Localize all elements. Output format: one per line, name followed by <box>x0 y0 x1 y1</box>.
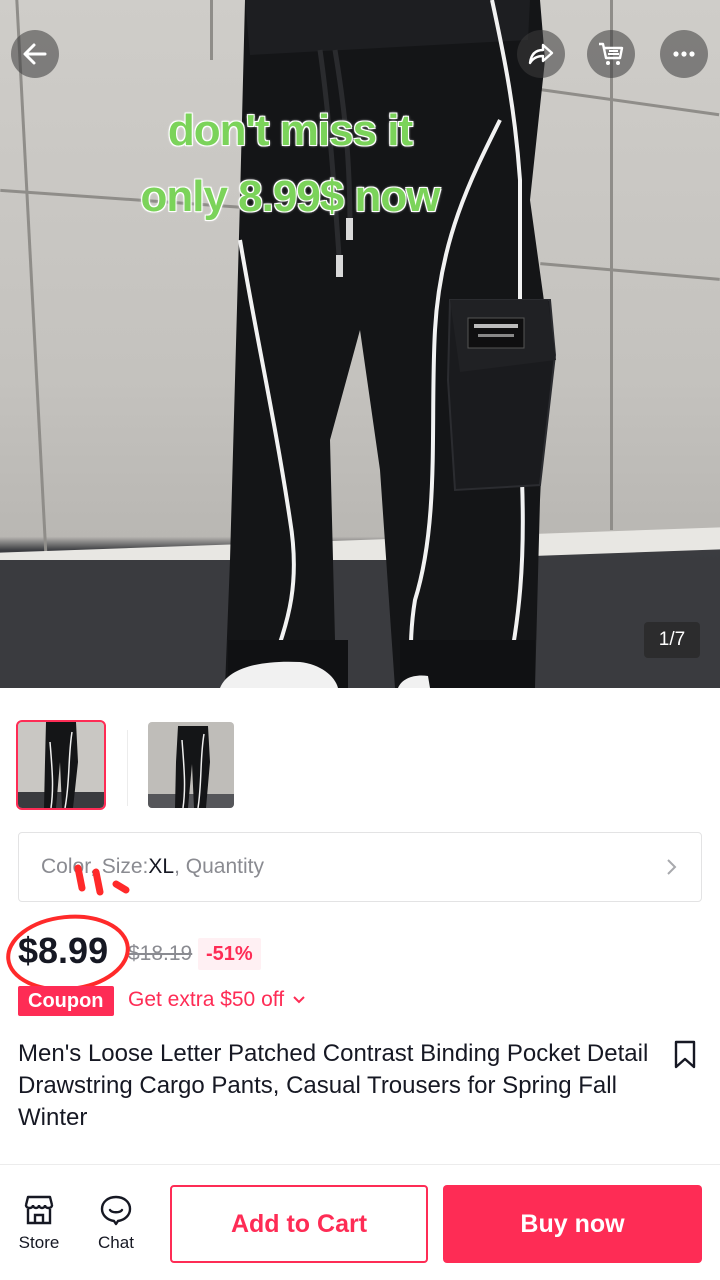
bookmark-icon[interactable] <box>672 1040 698 1070</box>
buy-now-button[interactable]: Buy now <box>443 1185 702 1263</box>
coupon-offer-text: Get extra $50 off <box>128 988 285 1011</box>
thumbnail-2[interactable] <box>148 722 234 808</box>
discount-badge: -51% <box>198 938 261 970</box>
chevron-right-icon <box>667 859 677 875</box>
store-icon <box>24 1195 54 1225</box>
pants-illustration <box>220 0 557 688</box>
coupon-offer-link[interactable]: Get extra $50 off <box>128 988 306 1012</box>
thumbnail-image <box>148 722 234 808</box>
more-button[interactable] <box>660 30 708 78</box>
thumbnail-strip <box>16 720 234 810</box>
chat-button[interactable]: Chat <box>86 1193 146 1253</box>
chevron-down-icon <box>293 996 305 1004</box>
store-button[interactable]: Store <box>9 1193 69 1253</box>
add-to-cart-button[interactable]: Add to Cart <box>170 1185 428 1263</box>
more-icon <box>673 51 695 57</box>
hand-drawn-circle-annotation <box>6 864 130 992</box>
image-counter: 1/7 <box>644 622 700 658</box>
share-icon <box>528 43 554 65</box>
cart-button[interactable] <box>587 30 635 78</box>
promo-overlay-line2: only 8.99$ now <box>140 172 441 221</box>
product-image[interactable]: don't miss it only 8.99$ now 1/7 <box>0 0 720 688</box>
promo-overlay-line1: don't miss it <box>167 106 413 155</box>
bottom-action-bar: Store Chat Add to Cart Buy now <box>0 1164 720 1280</box>
chat-label: Chat <box>98 1233 134 1252</box>
product-title: Men's Loose Letter Patched Contrast Bind… <box>18 1040 649 1131</box>
variant-size-value: XL <box>148 855 175 878</box>
store-label: Store <box>18 1233 60 1252</box>
back-button[interactable] <box>11 30 59 78</box>
cart-icon <box>599 42 624 65</box>
coupon-badge: Coupon <box>18 986 114 1016</box>
chat-icon <box>100 1195 132 1226</box>
variant-label-suffix: , Quantity <box>174 855 264 878</box>
thumbnail-image <box>18 722 104 808</box>
share-button[interactable] <box>517 30 565 78</box>
thumbnail-divider <box>127 730 128 806</box>
thumbnail-1[interactable] <box>16 720 106 810</box>
back-arrow-icon <box>23 43 47 65</box>
